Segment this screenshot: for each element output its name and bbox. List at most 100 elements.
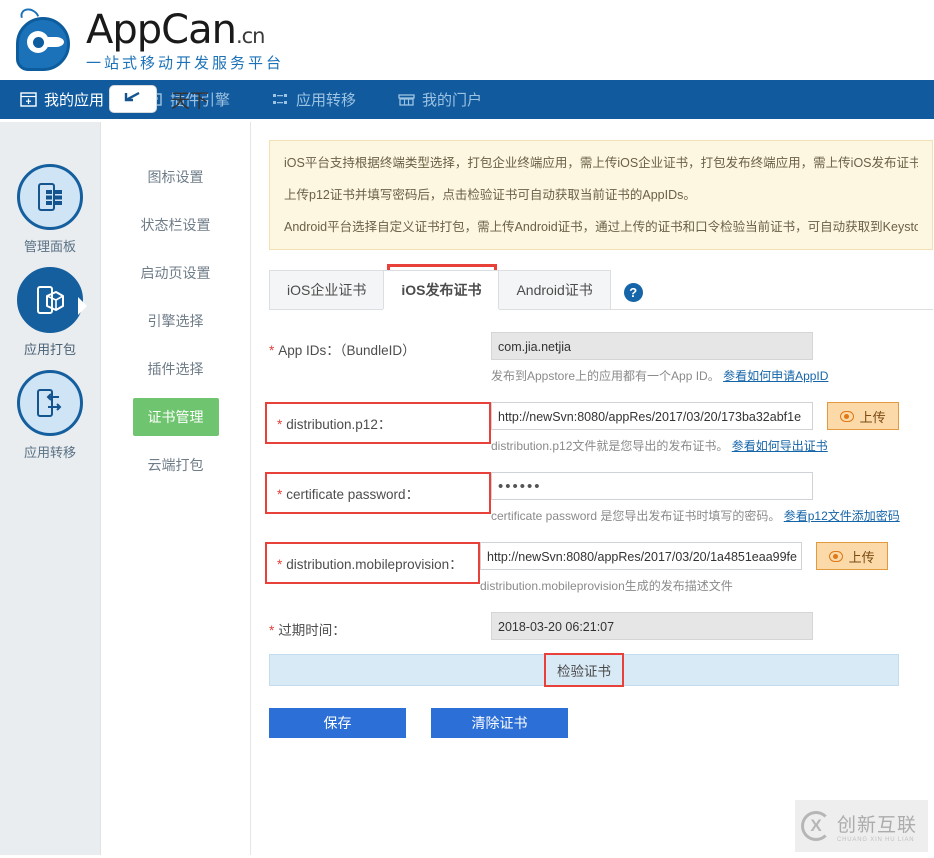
nav-label: 我的应用 — [44, 92, 105, 109]
watermark: X 创新互联 CHUANG XIN HU LIAN — [795, 800, 928, 852]
panel-header: 天下 — [101, 76, 209, 122]
password-label: * certificate password： — [265, 472, 491, 515]
required-marker: * — [269, 623, 275, 639]
page-title: 天下 — [171, 90, 210, 112]
required-marker: * — [277, 487, 283, 503]
p12-hint: distribution.p12文件就是您导出的发布证书。 参看如何导出证书 — [491, 437, 933, 454]
export-cert-link[interactable]: 参看如何导出证书 — [732, 439, 828, 453]
submenu-item-certificate-management[interactable]: 证书管理 — [132, 398, 219, 436]
brand-name: AppCan — [86, 6, 237, 53]
certificate-password-input[interactable]: •••••• — [491, 472, 813, 501]
rail-item-app-transfer[interactable]: 应用转移 — [17, 370, 83, 461]
mobileprovision-input[interactable]: http://newSvn:8080/appRes/2017/03/20/1a4… — [480, 542, 802, 571]
mobileprovision-upload-button[interactable]: 上传 — [815, 542, 888, 571]
rail-label: 应用转移 — [23, 445, 76, 460]
hint-text: distribution.p12文件就是您导出的发布证书。 — [491, 439, 729, 454]
dashboard-phone-icon — [17, 164, 83, 230]
p12-password-link[interactable]: 参看p12文件添加密码 — [784, 509, 900, 523]
brand-text: AppCan.cn 一站式移动开发服务平台 — [86, 10, 284, 71]
hint-text: certificate password 是您导出发布证书时填写的密码。 — [491, 509, 781, 524]
app-window-icon — [20, 91, 37, 108]
watermark-logo-icon: X — [801, 811, 831, 841]
certificate-submenu: 图标设置 状态栏设置 启动页设置 引擎选择 插件选择 证书管理 云端打包 — [101, 122, 251, 855]
notice-line: Android平台选择自定义证书打包，需上传Android证书，通过上传的证书和… — [284, 220, 918, 235]
submenu-item-splash-settings[interactable]: 启动页设置 — [101, 254, 250, 292]
save-button[interactable]: 保存 — [269, 708, 406, 739]
back-arrow-icon — [122, 90, 144, 109]
portal-icon — [398, 91, 415, 108]
verify-certificate-button[interactable]: 检验证书 — [544, 653, 624, 688]
app-ids-field-group: com.jia.netjia 发布到Appstore上的应用都有一个App ID… — [491, 332, 933, 396]
p12-label: * distribution.p12： — [265, 402, 491, 445]
password-field-group: •••••• certificate password 是您导出发布证书时填写的… — [491, 472, 933, 536]
tab-android[interactable]: Android证书 — [498, 270, 611, 310]
appcan-logo-icon — [14, 5, 76, 71]
label-text: distribution.p12： — [286, 417, 392, 433]
expiry-label: * 过期时间： — [269, 612, 491, 639]
form-row-expiry: * 过期时间： 2018-03-20 06:21:07 — [269, 612, 933, 641]
brand-suffix: .cn — [235, 23, 266, 48]
left-rail: 管理面板 应用打包 应用转移 — [0, 122, 100, 855]
nav-item-my-portal[interactable]: 我的门户 — [394, 89, 500, 110]
label-text: certificate password： — [286, 487, 420, 503]
hint-text: 发布到Appstore上的应用都有一个App ID。 — [491, 369, 720, 384]
required-marker: * — [277, 417, 283, 433]
label-text: distribution.mobileprovision： — [286, 557, 463, 573]
form-row-p12: * distribution.p12： http://newSvn:8080/ap… — [265, 402, 933, 466]
brand-tagline: 一站式移动开发服务平台 — [86, 54, 285, 72]
app-ids-label: * App IDs：（BundleID） — [269, 332, 491, 359]
tab-ios-enterprise[interactable]: iOS企业证书 — [269, 270, 385, 310]
watermark-en: CHUANG XIN HU LIAN — [837, 836, 915, 843]
certificate-form: * App IDs：（BundleID） com.jia.netjia 发布到Ap… — [265, 310, 933, 739]
rail-label: 应用打包 — [23, 342, 76, 357]
upload-label: 上传 — [848, 549, 875, 565]
submenu-item-statusbar-settings[interactable]: 状态栏设置 — [101, 206, 250, 244]
nav-item-app-transfer[interactable]: 应用转移 — [268, 89, 374, 110]
page-body: 管理面板 应用打包 应用转移 天下 图标设置 状态栏设置 启动页设置 引擎选择 … — [0, 85, 934, 855]
app-ids-input: com.jia.netjia — [491, 332, 813, 361]
form-row-app-ids: * App IDs：（BundleID） com.jia.netjia 发布到Ap… — [269, 332, 933, 396]
expiry-input: 2018-03-20 06:21:07 — [491, 612, 813, 641]
eye-upload-icon — [839, 410, 854, 422]
apply-appid-link[interactable]: 参看如何申请AppID — [723, 369, 828, 383]
upload-label: 上传 — [859, 409, 886, 425]
mobileprovision-label: * distribution.mobileprovision： — [265, 542, 480, 585]
submenu-item-icon-settings[interactable]: 图标设置 — [101, 158, 250, 196]
required-marker: * — [277, 557, 283, 573]
help-question-icon[interactable]: ? — [623, 283, 643, 303]
notice-line: iOS平台支持根据终端类型选择，打包企业终端应用，需上传iOS企业证书，打包发布… — [284, 156, 918, 170]
expiry-field-group: 2018-03-20 06:21:07 — [491, 612, 933, 641]
rail-label: 管理面板 — [23, 239, 76, 254]
certificate-tabs: iOS企业证书 iOS发布证书 Android证书 ? — [269, 264, 933, 311]
label-text: 过期时间： — [278, 623, 346, 639]
p12-upload-button[interactable]: 上传 — [826, 402, 899, 431]
app-ids-hint: 发布到Appstore上的应用都有一个App ID。 参看如何申请AppID — [491, 367, 933, 384]
notice-box: iOS平台支持根据终端类型选择，打包企业终端应用，需上传iOS企业证书，打包发布… — [269, 140, 933, 251]
clear-certificate-button[interactable]: 清除证书 — [431, 708, 568, 739]
mobileprovision-hint: distribution.mobileprovision生成的发布描述文件 — [480, 579, 733, 594]
tab-ios-distribution[interactable]: iOS发布证书 — [383, 270, 500, 310]
form-row-mobileprovision: * distribution.mobileprovision： http://ne… — [265, 542, 933, 606]
nav-label: 我的门户 — [422, 92, 483, 109]
form-actions: 保存 清除证书 — [269, 708, 933, 739]
rail-item-dashboard[interactable]: 管理面板 — [17, 164, 83, 255]
submenu-item-plugin-select[interactable]: 插件选择 — [101, 350, 250, 388]
site-header: AppCan.cn 一站式移动开发服务平台 — [0, 0, 934, 80]
rail-item-app-package[interactable]: 应用打包 — [17, 267, 87, 358]
p12-input[interactable]: http://newSvn:8080/appRes/2017/03/20/173… — [491, 402, 813, 431]
watermark-cn: 创新互联 — [837, 814, 918, 836]
submenu-item-engine-select[interactable]: 引擎选择 — [101, 302, 250, 340]
watermark-text: 创新互联 CHUANG XIN HU LIAN — [837, 810, 917, 843]
content-panel: 天下 图标设置 状态栏设置 启动页设置 引擎选择 插件选择 证书管理 云端打包 … — [100, 85, 934, 855]
transfer-icon — [272, 91, 289, 108]
label-text: App IDs：（BundleID） — [278, 343, 416, 359]
back-button[interactable] — [109, 85, 157, 113]
nav-label: 应用转移 — [296, 92, 357, 109]
mobileprovision-field-group: http://newSvn:8080/appRes/2017/03/20/1a4… — [480, 542, 933, 606]
notice-line: 上传p12证书并填写密码后，点击检验证书可自动获取当前证书的AppIDs。 — [284, 188, 696, 203]
form-row-password: * certificate password： •••••• certificat… — [265, 472, 933, 536]
verify-certificate-bar: 检验证书 — [269, 653, 899, 688]
p12-field-group: http://newSvn:8080/appRes/2017/03/20/173… — [491, 402, 933, 466]
submenu-item-cloud-package[interactable]: 云端打包 — [101, 446, 250, 484]
main-content: iOS平台支持根据终端类型选择，打包企业终端应用，需上传iOS企业证书，打包发布… — [251, 122, 934, 855]
